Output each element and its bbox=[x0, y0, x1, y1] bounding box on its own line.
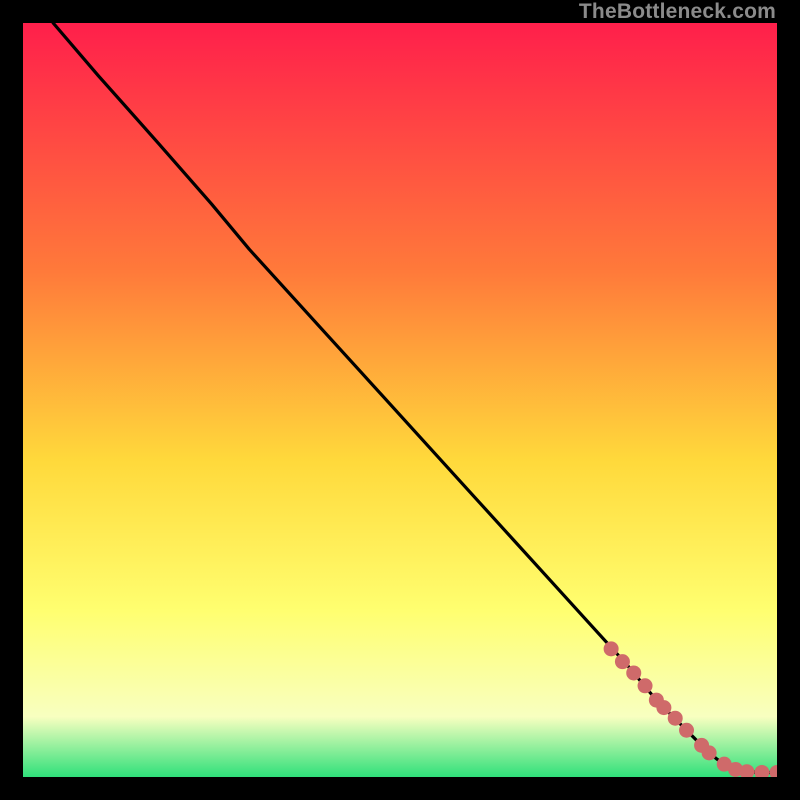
data-point bbox=[615, 654, 630, 669]
data-point bbox=[626, 665, 641, 680]
data-point bbox=[679, 723, 694, 738]
plot-svg bbox=[23, 23, 777, 777]
data-point bbox=[668, 711, 683, 726]
chart-frame: TheBottleneck.com bbox=[0, 0, 800, 800]
data-point bbox=[604, 641, 619, 656]
gradient-background bbox=[23, 23, 777, 777]
data-point bbox=[702, 745, 717, 760]
watermark-text: TheBottleneck.com bbox=[579, 0, 776, 24]
data-point bbox=[656, 700, 671, 715]
plot-area bbox=[23, 23, 777, 777]
data-point bbox=[638, 678, 653, 693]
